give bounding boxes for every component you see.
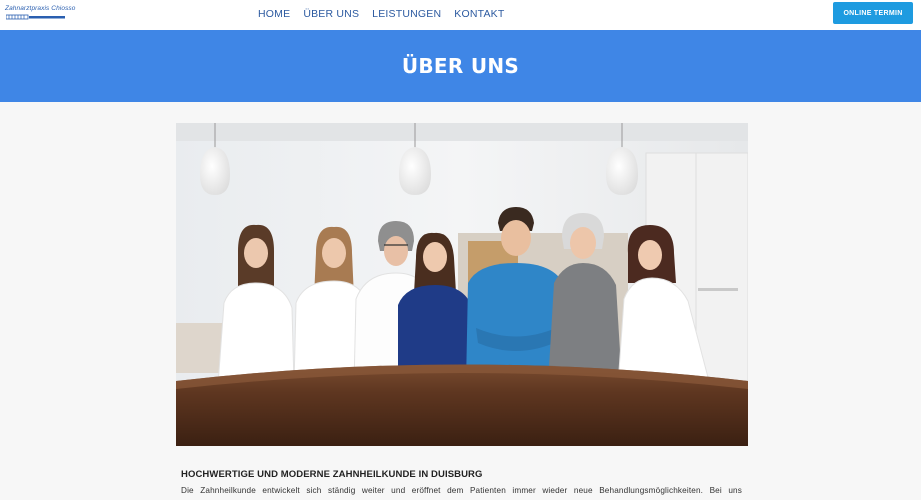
toothbrush-logo-icon: [6, 14, 65, 20]
team-photo-illustration: terra: [176, 123, 748, 446]
nav-ueber-uns[interactable]: ÜBER UNS: [303, 8, 359, 20]
page-title: ÜBER UNS: [401, 54, 520, 78]
practice-logo[interactable]: Zahnarztpraxis Chiosso: [5, 5, 75, 23]
main-nav: HOME ÜBER UNS LEISTUNGEN KONTAKT: [258, 8, 518, 20]
online-termin-button[interactable]: ONLINE TERMIN: [833, 2, 913, 24]
page-hero-banner: ÜBER UNS: [0, 30, 921, 102]
section-text: Die Zahnheilkunde entwickelt sich ständi…: [181, 486, 742, 495]
nav-home[interactable]: HOME: [258, 8, 290, 20]
team-photo: terra: [176, 123, 748, 446]
top-navigation-bar: Zahnarztpraxis Chiosso HOME ÜBER UNS LEI…: [0, 0, 921, 30]
logo-text: Zahnarztpraxis Chiosso: [5, 5, 76, 12]
nav-kontakt[interactable]: KONTAKT: [454, 8, 504, 20]
nav-leistungen[interactable]: LEISTUNGEN: [372, 8, 441, 20]
section-title: HOCHWERTIGE UND MODERNE ZAHNHEILKUNDE IN…: [181, 469, 483, 480]
